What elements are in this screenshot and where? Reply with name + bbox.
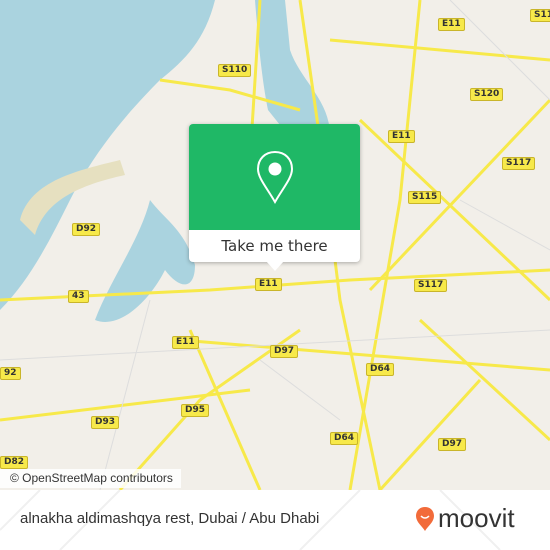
road-label: D93 (91, 416, 119, 429)
road-label: S111 (530, 9, 550, 22)
road-label: S115 (408, 191, 442, 204)
road-label: D64 (366, 363, 394, 376)
road-label: S120 (470, 88, 504, 101)
road-label: E11 (172, 336, 199, 349)
moovit-pin-icon (416, 506, 434, 531)
take-me-there-button[interactable]: Take me there (189, 230, 360, 262)
road-label: D95 (181, 404, 209, 417)
popup-arrow (266, 261, 284, 271)
osm-attribution[interactable]: © OpenStreetMap contributors (0, 469, 181, 488)
take-me-there-popup[interactable]: Take me there (189, 124, 360, 262)
road-label: D92 (72, 223, 100, 236)
road-label: S110 (218, 64, 252, 77)
road-label: S117 (502, 157, 536, 170)
popup-header (189, 124, 360, 230)
road-label: E11 (388, 130, 415, 143)
moovit-logo[interactable]: moovit (415, 503, 515, 534)
road-label: D64 (330, 432, 358, 445)
road-label: E11 (255, 278, 282, 291)
road-label: D82 (0, 456, 28, 469)
moovit-wordmark: moovit (438, 503, 515, 533)
road-label: E11 (438, 18, 465, 31)
road-label: 92 (0, 367, 21, 380)
road-label: 43 (68, 290, 89, 303)
road-label: D97 (438, 438, 466, 451)
road-label: S117 (414, 279, 448, 292)
map-pin-icon (256, 150, 293, 204)
lagoon (95, 200, 195, 322)
road-label: D97 (270, 345, 298, 358)
place-name: alnakha aldimashqya rest, Dubai / Abu Dh… (20, 510, 320, 527)
